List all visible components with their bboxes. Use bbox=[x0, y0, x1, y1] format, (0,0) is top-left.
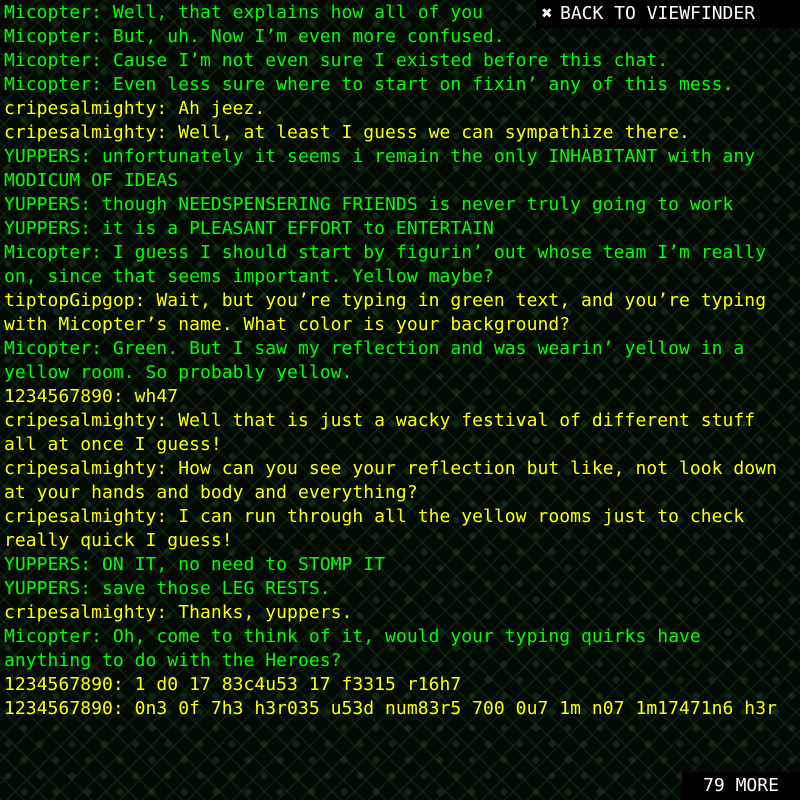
x-close-icon: ✖ bbox=[541, 3, 553, 24]
chat-message: Micopter: Even less sure where to start … bbox=[4, 74, 734, 95]
back-to-viewfinder-button[interactable]: ✖ BACK TO VIEWFINDER bbox=[536, 0, 800, 28]
chat-message: tiptopGipgop: Wait, but you’re typing in… bbox=[4, 290, 777, 335]
chat-message: cripesalmighty: Well, at least I guess w… bbox=[4, 122, 690, 143]
chat-viewer-screen: Micopter: Well, that explains how all of… bbox=[0, 0, 800, 800]
back-to-viewfinder-label: BACK TO VIEWFINDER bbox=[560, 3, 756, 24]
chat-message: YUPPERS: unfortunately it seems i remain… bbox=[4, 146, 767, 191]
more-messages-label: 79 MORE bbox=[703, 775, 779, 796]
chat-message: 1234567890: 0n3 0f 7h3 h3r035 u53d num83… bbox=[4, 698, 777, 719]
chat-message: Micopter: I guess I should start by figu… bbox=[4, 242, 777, 287]
chat-message: YUPPERS: ON IT, no need to STOMP IT bbox=[4, 554, 386, 575]
chat-message: Micopter: But, uh. Now I’m even more con… bbox=[4, 26, 505, 47]
chat-message: 1234567890: wh47 bbox=[4, 386, 179, 407]
chat-message: Micopter: Oh, come to think of it, would… bbox=[4, 626, 712, 671]
chat-message: Micopter: Cause I’m not even sure I exis… bbox=[4, 50, 669, 71]
chat-message: cripesalmighty: Well that is just a wack… bbox=[4, 410, 767, 455]
chat-message: cripesalmighty: Thanks, yuppers. bbox=[4, 602, 353, 623]
chat-message: cripesalmighty: I can run through all th… bbox=[4, 506, 756, 551]
chat-message: cripesalmighty: How can you see your ref… bbox=[4, 458, 788, 503]
chat-message: cripesalmighty: Ah jeez. bbox=[4, 98, 266, 119]
chat-log: Micopter: Well, that explains how all of… bbox=[0, 0, 800, 800]
chat-message: YUPPERS: save those LEG RESTS. bbox=[4, 578, 331, 599]
chat-message: 1234567890: 1 d0 17 83c4u53 17 f3315 r16… bbox=[4, 674, 462, 695]
more-messages-button[interactable]: 79 MORE bbox=[682, 772, 800, 800]
chat-message: YUPPERS: though NEEDSPENSERING FRIENDS i… bbox=[4, 194, 734, 215]
chat-message: Micopter: Green. But I saw my reflection… bbox=[4, 338, 756, 383]
chat-message: YUPPERS: it is a PLEASANT EFFORT to ENTE… bbox=[4, 218, 494, 239]
